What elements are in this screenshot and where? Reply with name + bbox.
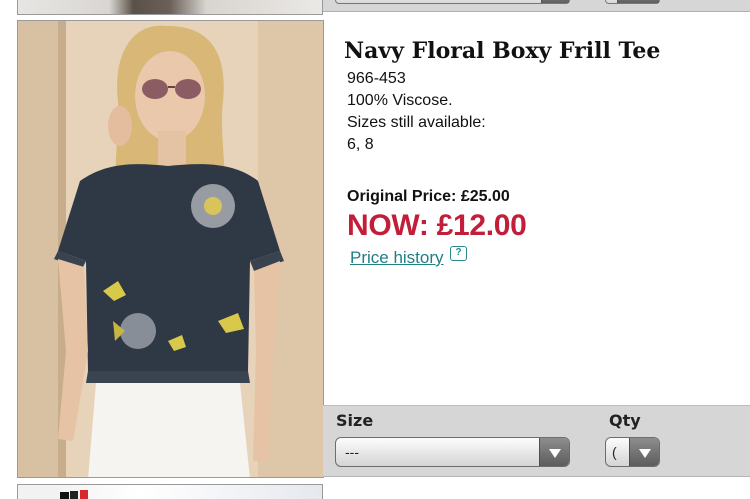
previous-size-select[interactable] <box>335 0 570 4</box>
next-product-graphic <box>60 490 88 499</box>
previous-qty-select[interactable] <box>605 0 660 4</box>
next-options-bar <box>323 484 750 499</box>
chevron-down-icon <box>617 0 659 3</box>
qty-label: Qty <box>609 411 641 430</box>
original-price: Original Price: £25.00 <box>347 188 510 205</box>
sizes-available-list: 6, 8 <box>347 136 374 153</box>
size-select[interactable]: --- <box>335 437 570 467</box>
product-photo[interactable] <box>17 20 324 478</box>
chevron-down-icon <box>541 0 569 3</box>
product-sku: 966-453 <box>347 70 406 87</box>
price-history-link[interactable]: Price history <box>350 248 444 268</box>
size-select-value: --- <box>345 444 359 460</box>
chevron-down-icon <box>539 438 569 466</box>
product-material: 100% Viscose. <box>347 92 453 109</box>
qty-select[interactable]: ( <box>605 437 660 467</box>
chevron-down-icon <box>629 438 659 466</box>
previous-product-photo[interactable] <box>17 0 323 15</box>
product-photo-illustration <box>18 21 323 477</box>
qty-select-value: ( <box>612 444 617 460</box>
sizes-available-label: Sizes still available: <box>347 114 486 131</box>
product-title: Navy Floral Boxy Frill Tee <box>344 38 661 64</box>
size-label: Size <box>336 411 374 430</box>
info-bubble-icon[interactable]: ? <box>450 246 467 261</box>
sale-price: NOW: £12.00 <box>347 209 527 242</box>
